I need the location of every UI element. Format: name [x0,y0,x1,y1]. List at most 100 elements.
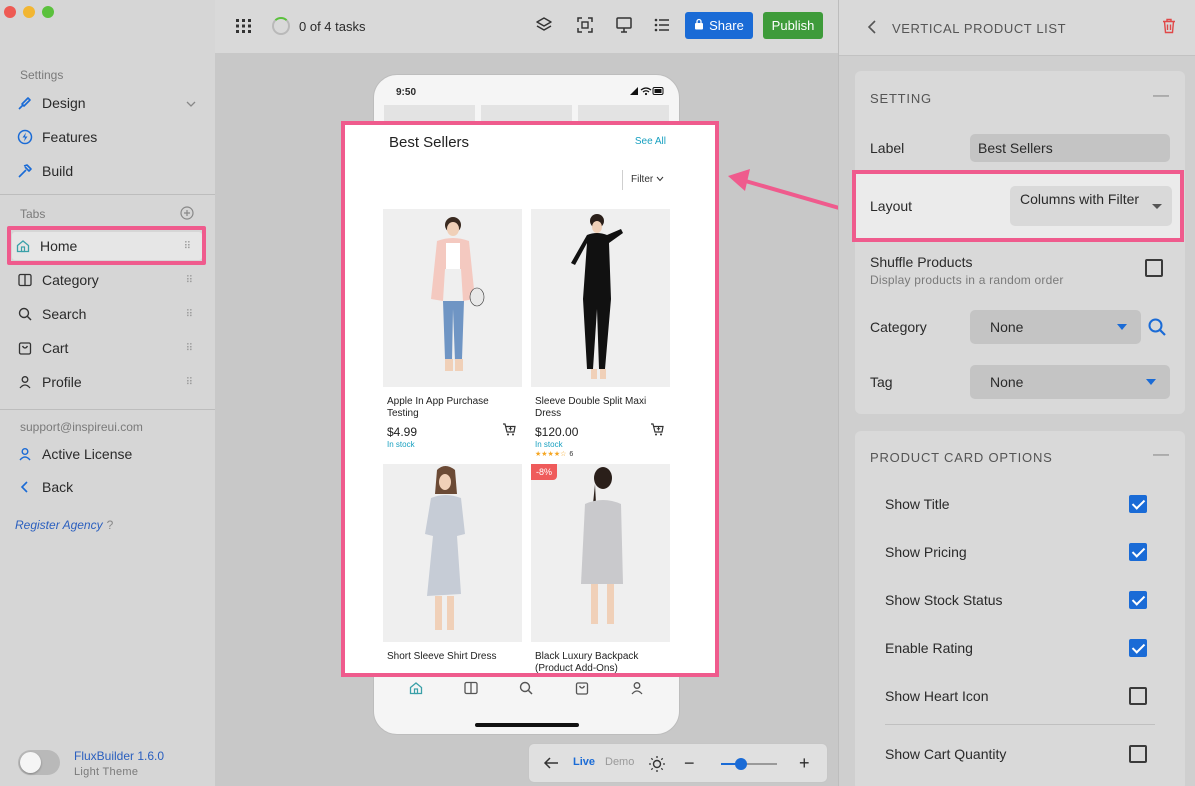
product-list-section[interactable]: Best Sellers See All Filter Apple In App… [341,121,719,677]
product-card[interactable]: Short Sleeve Shirt Dress [383,464,522,663]
layers-icon[interactable] [535,15,553,38]
app-version: FluxBuilder 1.6.0 [74,749,165,763]
sidebar-item-category[interactable]: Category ⠿ [14,266,204,294]
product-name[interactable]: Apple In App Purchase Testing [383,396,522,420]
add-to-cart-icon[interactable] [502,423,516,439]
search-icon[interactable] [1147,317,1167,340]
help-icon[interactable]: ? [107,518,114,532]
product-card[interactable]: Sleeve Double Split Maxi Dress $120.00 I… [531,209,670,458]
sidebar-item-search[interactable]: Search ⠿ [14,300,204,328]
maximize-window-button[interactable] [42,6,54,18]
collapse-icon[interactable]: — [1153,87,1169,105]
category-select[interactable]: None [970,310,1141,344]
product-card[interactable]: -8% Black Luxury Backpack (Product Add-O… [531,464,670,675]
category-value: None [990,319,1024,335]
product-image[interactable] [531,209,670,387]
brightness-icon[interactable] [648,755,666,776]
desktop-icon[interactable] [615,15,633,38]
search-icon[interactable] [518,680,534,699]
status-time: 9:50 [396,87,417,98]
option-label: Enable Rating [885,640,973,656]
sidebar-item-build[interactable]: Build [14,157,204,185]
home-indicator [475,723,579,727]
divider [0,194,215,195]
product-image[interactable] [383,464,522,642]
scan-icon[interactable] [576,15,594,38]
label-input[interactable]: Best Sellers [970,134,1170,162]
sidebar-item-cart[interactable]: Cart ⠿ [14,334,204,362]
person-icon[interactable] [629,680,645,699]
sidebar-item-back[interactable]: Back [14,473,204,501]
product-name[interactable]: Short Sleeve Shirt Dress [383,651,522,663]
product-name[interactable]: Sleeve Double Split Maxi Dress [531,396,670,420]
zoom-in-button[interactable]: + [799,754,810,772]
collapse-icon[interactable]: — [1153,446,1169,464]
drag-handle-icon[interactable]: ⠿ [186,377,193,388]
product-card[interactable]: Apple In App Purchase Testing $4.99 In s… [383,209,522,449]
chevron-down-icon[interactable] [186,95,196,111]
tag-select[interactable]: None [970,365,1170,399]
drag-handle-icon[interactable]: ⠿ [186,309,193,320]
sidebar-item-design[interactable]: Design [14,89,204,117]
shuffle-checkbox[interactable] [1145,259,1163,277]
shuffle-label: Shuffle Products [870,254,973,270]
layout-select[interactable]: Columns with Filter [1010,186,1172,226]
sidebar-item-profile[interactable]: Profile ⠿ [14,368,204,396]
section-title: PRODUCT CARD OPTIONS [870,450,1053,465]
sidebar-item-active-license[interactable]: Active License [14,440,204,468]
layout-row: Layout Columns with Filter [852,170,1184,242]
product-name[interactable]: Black Luxury Backpack (Product Add-Ons) [531,651,670,675]
drag-handle-icon[interactable]: ⠿ [186,343,193,354]
product-image[interactable] [383,209,522,387]
see-all-link[interactable]: See All [635,136,666,147]
tasks-counter[interactable]: 0 of 4 tasks [299,19,365,34]
show-heart-icon-checkbox[interactable] [1129,687,1147,705]
theme-toggle[interactable] [18,750,60,775]
phone-bottom-nav [374,680,679,699]
columns-icon[interactable] [463,680,479,699]
minimize-window-button[interactable] [23,6,35,18]
chevron-left-icon[interactable] [867,20,877,37]
filter-button[interactable]: Filter [631,174,664,185]
list-icon[interactable] [653,15,671,38]
share-button[interactable]: Share [685,12,753,39]
option-label: Show Pricing [885,544,967,560]
arrow-left-icon[interactable] [543,756,559,773]
product-image[interactable]: -8% [531,464,670,642]
zoom-out-button[interactable]: − [684,754,695,772]
panel-title: VERTICAL PRODUCT LIST [892,21,1067,36]
show-stock-status-checkbox[interactable] [1129,591,1147,609]
register-agency-label[interactable]: Register Agency [15,518,103,532]
home-icon[interactable] [408,680,424,699]
drag-handle-icon[interactable]: ⠿ [186,275,193,286]
sidebar-item-features[interactable]: Features [14,123,204,151]
publish-button[interactable]: Publish [763,12,823,39]
sidebar-item-label: Active License [42,446,133,462]
demo-mode-button[interactable]: Demo [605,756,634,768]
preview-controls: Live Demo − + [528,743,828,783]
show-title-checkbox[interactable] [1129,495,1147,513]
sidebar: Settings Design Features Build Tabs Home… [0,0,215,786]
enable-rating-checkbox[interactable] [1129,639,1147,657]
show-pricing-checkbox[interactable] [1129,543,1147,561]
sidebar-item-label: Features [42,129,98,145]
register-agency-link[interactable]: Register Agency? [15,518,113,532]
zoom-slider[interactable] [721,758,777,770]
bag-icon[interactable] [574,680,590,699]
apps-grid-icon[interactable] [235,18,253,37]
add-to-cart-icon[interactable] [650,423,664,439]
sidebar-item-label: Back [42,479,74,495]
sidebar-item-label: Search [42,306,87,322]
close-window-button[interactable] [4,6,16,18]
live-mode-button[interactable]: Live [573,756,595,768]
rating-stars: ★★★★☆ 6 [531,450,670,458]
add-tab-icon[interactable] [180,206,194,223]
show-cart-quantity-checkbox[interactable] [1129,745,1147,763]
sidebar-item-label: Build [42,163,74,179]
zoom-slider-knob[interactable] [734,758,747,770]
rating-value: ★★★★☆ [535,451,567,458]
stock-status: In stock [387,440,415,449]
trash-icon[interactable] [1162,18,1176,37]
divider [0,409,215,410]
option-label: Show Cart Quantity [885,746,1007,762]
